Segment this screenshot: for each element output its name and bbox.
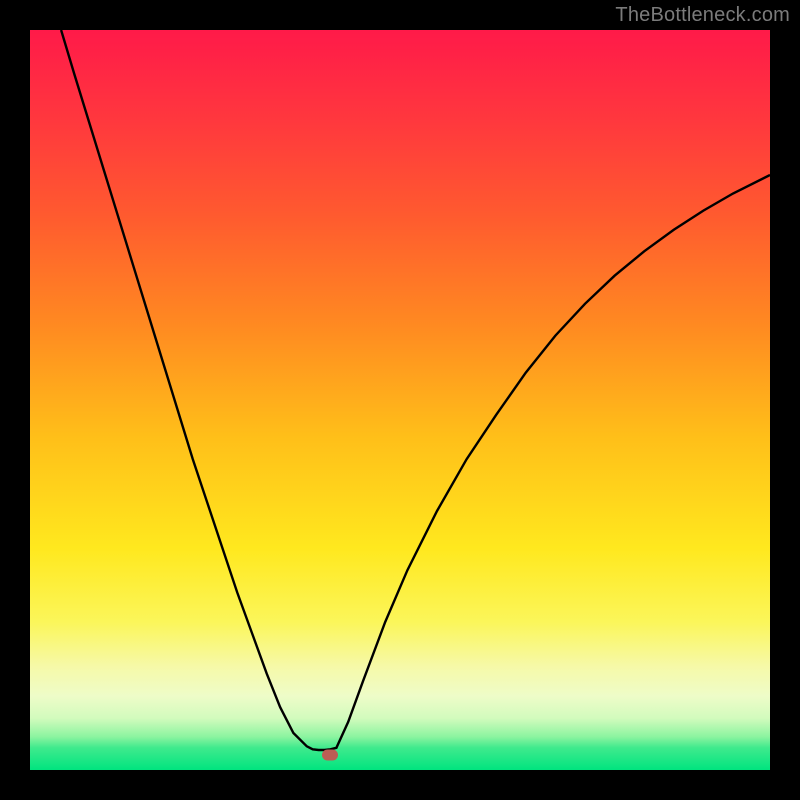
optimum-marker (322, 750, 338, 761)
bottleneck-plot (30, 30, 770, 770)
plot-frame (30, 30, 770, 770)
gradient-background (30, 30, 770, 770)
attribution-label: TheBottleneck.com (615, 4, 790, 27)
